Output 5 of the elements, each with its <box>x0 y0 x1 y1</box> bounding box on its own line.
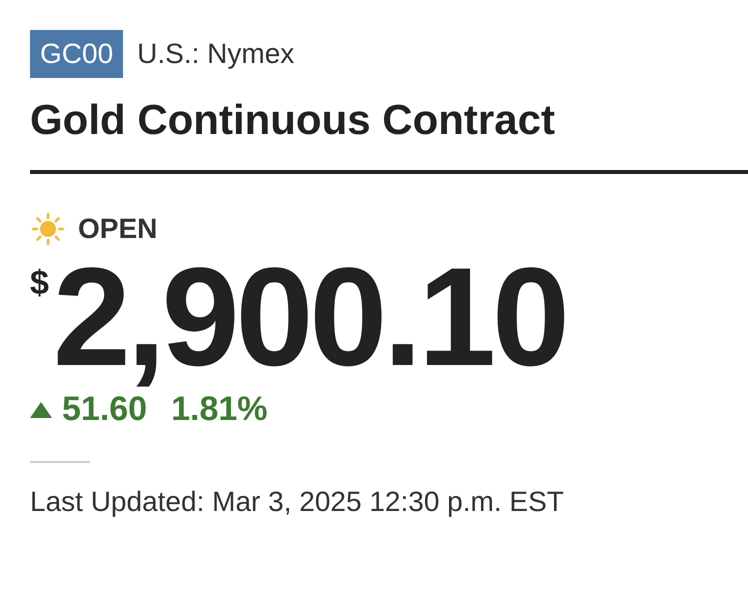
exchange-label: U.S.: Nymex <box>137 37 294 71</box>
currency-symbol: $ <box>30 263 49 304</box>
contract-title: Gold Continuous Contract <box>30 95 556 145</box>
symbol-badge: GC00 <box>30 30 124 78</box>
last-updated: Last Updated: Mar 3, 2025 12:30 p.m. EST <box>30 485 565 519</box>
